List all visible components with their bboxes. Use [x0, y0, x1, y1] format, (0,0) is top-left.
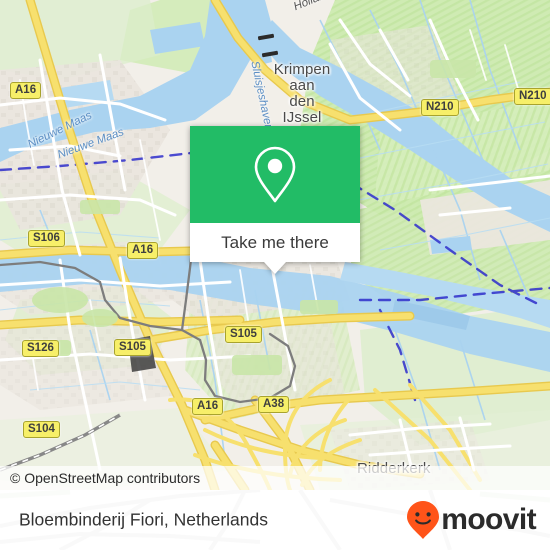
moovit-wordmark: moovit [441, 503, 536, 536]
map-attribution-bar: © OpenStreetMap contributors [0, 466, 550, 490]
location-popup-card: Take me there [190, 126, 360, 274]
shield-a16-mid[interactable]: A16 [127, 242, 159, 259]
shield-a16-north[interactable]: A16 [10, 82, 42, 99]
take-me-there-button[interactable]: Take me there [190, 223, 360, 262]
attribution-text[interactable]: © OpenStreetMap contributors [10, 470, 200, 486]
map-screenshot-page: Krimpen aan den IJssel Ridderkerk Nieuwe… [0, 0, 550, 550]
page-title: Bloembinderij Fiori, Netherlands [19, 509, 268, 530]
shield-s105-east[interactable]: S105 [225, 326, 262, 343]
shield-a16-south[interactable]: A16 [192, 398, 224, 415]
shield-s105-west[interactable]: S105 [114, 339, 151, 356]
shield-a38[interactable]: A38 [258, 396, 290, 413]
popup-pin-area [190, 126, 360, 223]
take-me-there-label: Take me there [221, 232, 329, 252]
footer-bar: Bloembinderij Fiori, Netherlands moovit [0, 490, 550, 550]
shield-n210-west[interactable]: N210 [421, 99, 459, 116]
shield-n210-east[interactable]: N210 [514, 88, 550, 105]
moovit-smiley-pin-icon [407, 501, 440, 539]
shield-s126[interactable]: S126 [22, 340, 59, 357]
popup-pointer-tail [264, 262, 286, 274]
map-canvas[interactable]: Krimpen aan den IJssel Ridderkerk Nieuwe… [0, 0, 550, 490]
shield-s106[interactable]: S106 [28, 230, 65, 247]
map-pin-icon [254, 146, 296, 202]
moovit-brand[interactable]: moovit [406, 500, 537, 540]
shield-s104[interactable]: S104 [23, 421, 60, 438]
